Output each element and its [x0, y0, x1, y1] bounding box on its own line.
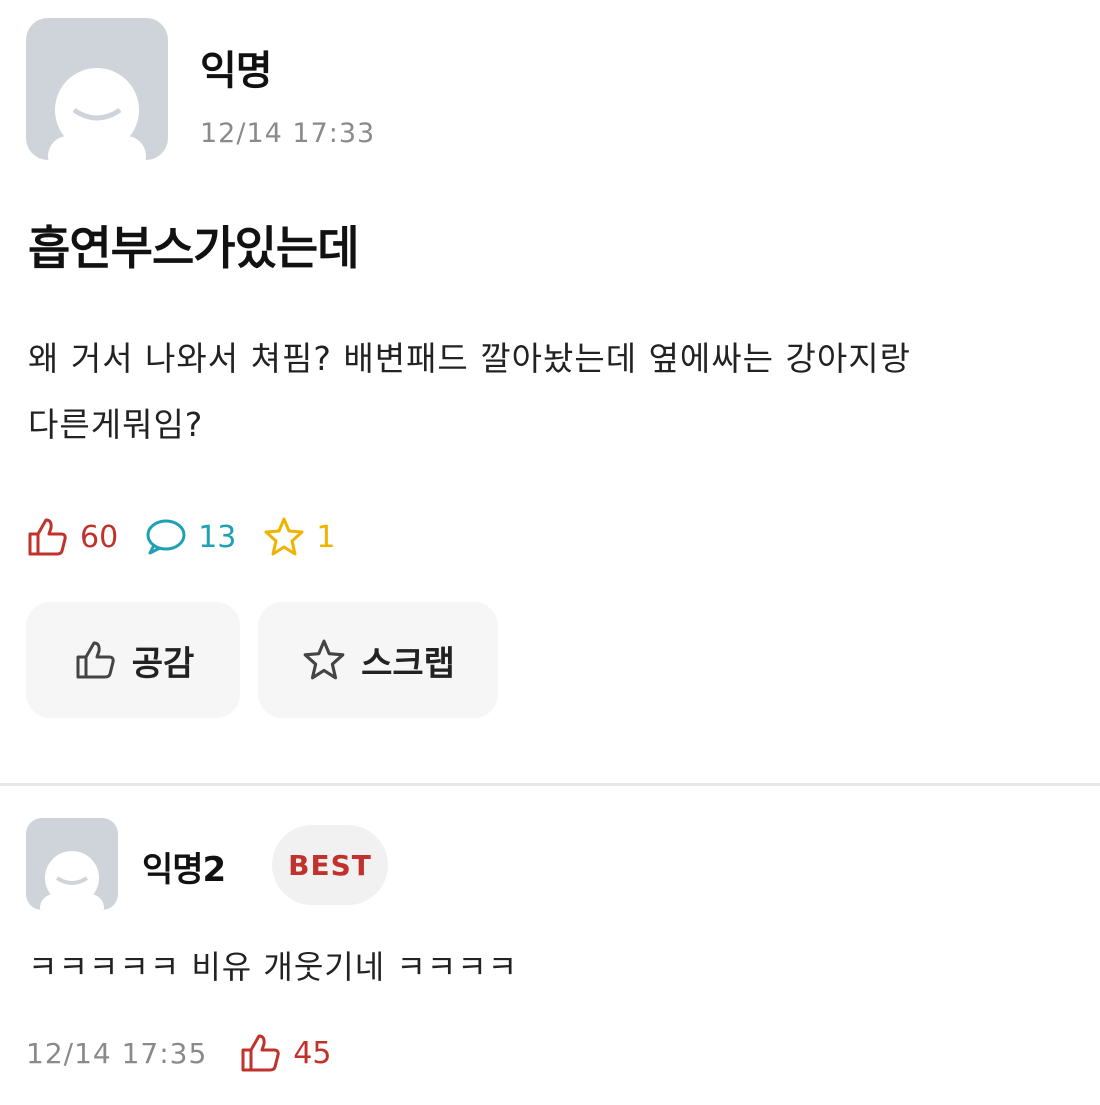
person-icon: [40, 851, 104, 910]
best-badge: BEST: [272, 825, 388, 905]
comment-timestamp: 12/14 17:35: [26, 1036, 208, 1070]
post-body-line: 다른게뭐임?: [28, 405, 204, 444]
comment-author-name: 익명2: [142, 850, 226, 890]
comment-count-value: 13: [198, 519, 237, 555]
star-icon: [264, 517, 304, 556]
thumbs-up-icon: [76, 641, 115, 679]
like-button[interactable]: 공감: [26, 602, 240, 718]
post-author-name: 익명: [200, 48, 273, 94]
comment-text: ㅋㅋㅋㅋㅋ 비유 개웃기네 ㅋㅋㅋㅋ: [28, 948, 519, 986]
post-body-line: 왜 거서 나와서 쳐핌? 배변패드 깔아놨는데 옆에싸는 강아지랑: [28, 339, 911, 378]
post-body: 왜 거서 나와서 쳐핌? 배변패드 깔아놨는데 옆에싸는 강아지랑 다른게뭐임?: [28, 326, 1088, 458]
comment-like-count: 45: [237, 1030, 331, 1076]
post-timestamp: 12/14 17:33: [200, 118, 376, 149]
scrap-button[interactable]: 스크랩: [258, 602, 498, 718]
thumbs-up-icon: [28, 518, 67, 556]
scrap-button-label: 스크랩: [361, 643, 455, 684]
comment-count: 13: [144, 515, 236, 559]
post-title: 흡연부스가있는데: [28, 221, 360, 275]
speech-bubble-icon: [146, 519, 186, 555]
scrap-count-value: 1: [316, 519, 336, 555]
post-author-avatar: [26, 18, 168, 160]
comment-author-avatar: [26, 818, 118, 910]
post-stats: 60 13 1: [24, 514, 335, 560]
thumbs-up-icon: [241, 1034, 280, 1072]
person-icon: [48, 68, 146, 160]
section-divider: [0, 783, 1100, 786]
like-count-value: 60: [80, 519, 119, 555]
comment-meta: 12/14 17:35 45: [26, 1030, 331, 1076]
like-count: 60: [24, 514, 118, 560]
scrap-count: 1: [262, 515, 335, 559]
star-icon: [303, 639, 345, 680]
like-button-label: 공감: [131, 643, 195, 684]
comment-like-count-value: 45: [293, 1035, 332, 1071]
